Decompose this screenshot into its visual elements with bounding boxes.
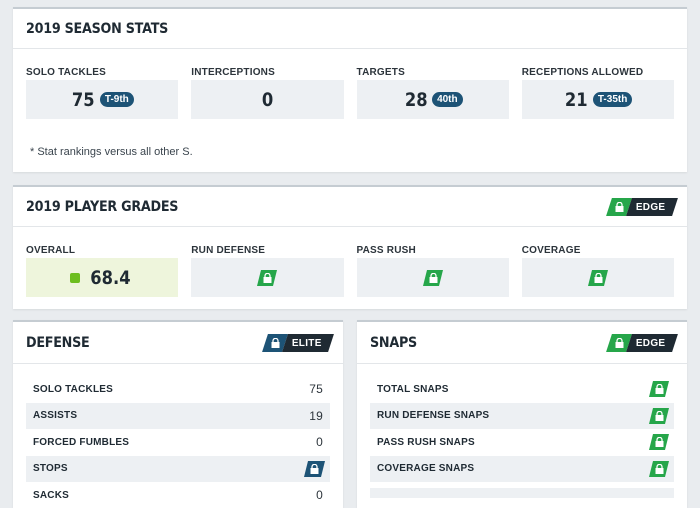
- table-row: COVERAGE SNAPS: [370, 455, 674, 482]
- row-label: RUN DEFENSE SNAPS: [377, 410, 490, 422]
- stat-value: 0: [261, 88, 274, 111]
- edge-badge[interactable]: EDGE: [606, 333, 678, 352]
- row-value: 19: [309, 408, 323, 423]
- player-grades-title: 2019 PLAYER GRADES: [26, 198, 179, 215]
- table-row: FORCED FUMBLES 0: [26, 429, 330, 456]
- row-label: SACKS: [33, 489, 70, 501]
- lock-icon: [271, 337, 280, 348]
- grade-overall: OVERALL 68.4: [26, 241, 179, 297]
- player-grades-header: 2019 PLAYER GRADES EDGE: [13, 187, 687, 227]
- grade-label: COVERAGE: [521, 245, 581, 256]
- row-label: ASSISTS: [33, 410, 78, 422]
- stat-value: 28: [404, 88, 428, 111]
- snaps-table: TOTAL SNAPS RUN DEFENSE SNAPS PASS RUSH …: [357, 364, 687, 482]
- row-value: 75: [309, 382, 323, 397]
- table-row: RUN DEFENSE SNAPS: [370, 402, 674, 429]
- table-row: SOLO TACKLES 75: [26, 376, 330, 403]
- season-stats-card: 2019 SEASON STATS SOLO TACKLES 75 T-9th …: [13, 7, 687, 172]
- lock-icon[interactable]: [649, 460, 669, 477]
- grade-run-defense: RUN DEFENSE: [191, 241, 344, 297]
- row-label: FORCED FUMBLES: [33, 436, 130, 448]
- stat-receptions-allowed: RECEPTIONS ALLOWED 21 T-35th: [521, 63, 674, 119]
- lock-icon[interactable]: [422, 269, 443, 286]
- defense-card: DEFENSE ELITE SOLO TACKLES 75 ASSISTS 19…: [13, 320, 343, 508]
- grade-label: PASS RUSH: [356, 245, 416, 256]
- grade-dot-icon: [70, 272, 81, 283]
- snaps-title: SNAPS: [370, 334, 417, 351]
- stat-value: 21: [565, 88, 589, 111]
- stat-solo-tackles: SOLO TACKLES 75 T-9th: [26, 63, 179, 119]
- defense-header: DEFENSE ELITE: [13, 322, 343, 364]
- grade-box: [521, 258, 674, 297]
- snaps-card: SNAPS EDGE TOTAL SNAPS RUN DEFENSE SNAPS…: [357, 320, 687, 508]
- lock-icon[interactable]: [304, 460, 325, 477]
- lock-icon[interactable]: [649, 434, 669, 451]
- stat-box: 0: [191, 80, 344, 119]
- grade-box: [356, 258, 509, 297]
- stat-box: 21 T-35th: [521, 80, 674, 119]
- row-label: SOLO TACKLES: [33, 383, 113, 395]
- table-row: SACKS 0: [26, 482, 330, 508]
- table-row: ASSISTS 19: [26, 402, 330, 429]
- season-stats-header: 2019 SEASON STATS: [13, 9, 687, 49]
- rank-badge: 40th: [432, 92, 463, 107]
- stat-interceptions: INTERCEPTIONS 0: [191, 63, 344, 119]
- edge-badge-label: EDGE: [636, 337, 666, 348]
- stat-label: TARGETS: [356, 67, 405, 78]
- grade-pass-rush: PASS RUSH: [356, 241, 509, 297]
- row-value: 0: [316, 488, 323, 503]
- grade-coverage: COVERAGE: [521, 241, 674, 297]
- grade-box: 68.4: [26, 258, 179, 297]
- stat-label: RECEPTIONS ALLOWED: [521, 67, 644, 78]
- grade-box: [191, 258, 344, 297]
- stat-rankings-note: * Stat rankings versus all other S.: [30, 146, 193, 158]
- badge-text-segment: EDGE: [626, 197, 678, 216]
- elite-badge-label: ELITE: [292, 337, 322, 348]
- stat-label: SOLO TACKLES: [26, 67, 106, 78]
- row-label: TOTAL SNAPS: [377, 383, 449, 395]
- grade-grid: OVERALL 68.4 RUN DEFENSE PASS RUSH COVER…: [13, 227, 687, 297]
- table-row: TOTAL SNAPS: [370, 376, 674, 403]
- lock-icon: [615, 201, 624, 212]
- badge-text-segment: EDGE: [626, 333, 678, 352]
- overall-grade-value: 68.4: [90, 266, 131, 289]
- grade-label: OVERALL: [26, 245, 76, 256]
- snaps-table-footer: [370, 488, 674, 498]
- rank-badge: T-9th: [99, 92, 134, 107]
- rank-badge: T-35th: [592, 92, 633, 107]
- defense-table: SOLO TACKLES 75 ASSISTS 19 FORCED FUMBLE…: [13, 364, 343, 508]
- stat-label: INTERCEPTIONS: [191, 67, 275, 78]
- stat-box: 28 40th: [356, 80, 509, 119]
- lock-icon[interactable]: [587, 269, 608, 286]
- snaps-header: SNAPS EDGE: [357, 322, 687, 364]
- stat-grid: SOLO TACKLES 75 T-9th INTERCEPTIONS 0 TA…: [13, 49, 687, 119]
- elite-badge[interactable]: ELITE: [262, 333, 334, 352]
- grade-label: RUN DEFENSE: [191, 245, 266, 256]
- player-grades-card: 2019 PLAYER GRADES EDGE OVERALL 68.4 RUN…: [13, 185, 687, 309]
- lock-icon[interactable]: [257, 269, 278, 286]
- table-row: STOPS: [26, 455, 330, 482]
- row-value: 0: [316, 435, 323, 450]
- stat-value: 75: [72, 88, 96, 111]
- season-stats-title: 2019 SEASON STATS: [26, 20, 169, 37]
- stat-box: 75 T-9th: [26, 80, 179, 119]
- table-row: PASS RUSH SNAPS: [370, 429, 674, 456]
- defense-title: DEFENSE: [26, 334, 90, 351]
- lock-icon[interactable]: [649, 381, 669, 398]
- lock-icon: [615, 337, 624, 348]
- badge-text-segment: ELITE: [282, 333, 334, 352]
- row-label: COVERAGE SNAPS: [377, 463, 475, 475]
- edge-badge-label: EDGE: [636, 201, 666, 212]
- edge-badge[interactable]: EDGE: [606, 197, 678, 216]
- lock-icon[interactable]: [649, 407, 669, 424]
- row-label: PASS RUSH SNAPS: [377, 436, 475, 448]
- stat-targets: TARGETS 28 40th: [356, 63, 509, 119]
- row-label: STOPS: [33, 463, 68, 475]
